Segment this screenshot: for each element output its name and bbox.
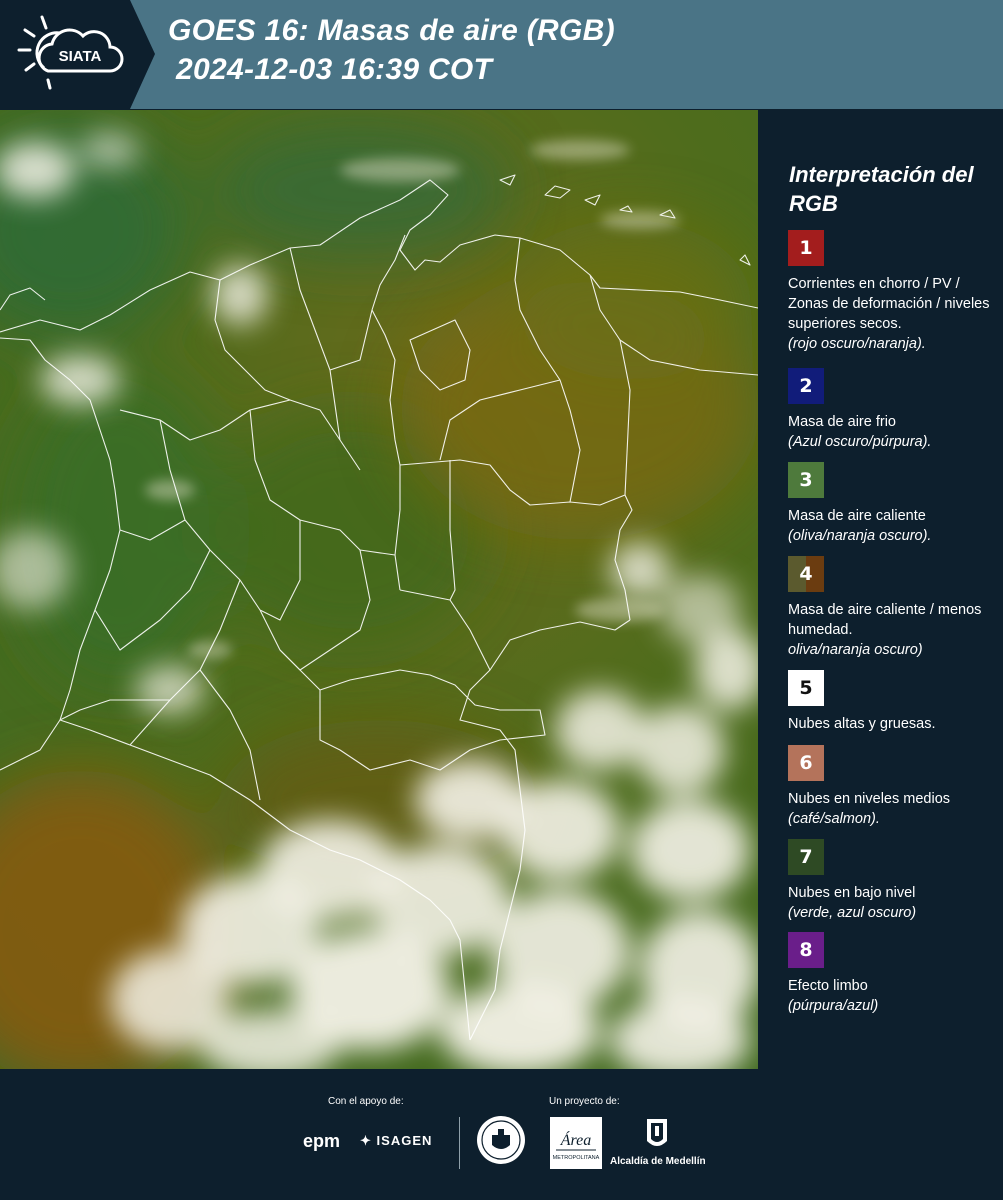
- alcaldia-text: Alcaldía de Medellín: [610, 1156, 706, 1167]
- legend-item-5: 5 Nubes altas y gruesas.: [788, 670, 998, 734]
- alcaldia-logo: Alcaldía de Medellín: [610, 1115, 706, 1171]
- satellite-map: [0, 110, 758, 1069]
- legend-desc-6: Nubes en niveles medios: [788, 791, 951, 807]
- legend-badge-8: 8: [788, 932, 824, 968]
- legend-desc-2: Masa de aire frio: [788, 414, 896, 430]
- legend-item-8: 8 Efecto limbo (púrpura/azul): [788, 932, 998, 1016]
- area-metropolitana-logo: Área METROPOLITANA: [550, 1117, 602, 1169]
- legend-hint-2: (Azul oscuro/púrpura).: [788, 434, 932, 450]
- isagen-logo: ✦ ISAGEN: [360, 1133, 432, 1149]
- legend-badge-5: 5: [788, 670, 824, 706]
- legend-hint-7: (verde, azul oscuro): [788, 905, 917, 921]
- legend-hint-3: (oliva/naranja oscuro).: [788, 528, 932, 544]
- legend-desc-5: Nubes altas y gruesas.: [788, 716, 936, 732]
- legend-desc-8: Efecto limbo: [788, 978, 868, 994]
- header-bar: SIATA GOES 16: Masas de aire (RGB) 2024-…: [0, 0, 1003, 109]
- area-logo-subtext: METROPOLITANA: [553, 1155, 600, 1161]
- legend-item-7: 7 Nubes en bajo nivel (verde, azul oscur…: [788, 839, 998, 923]
- isagen-icon: ✦: [360, 1133, 372, 1148]
- legend-badge-4: 4: [788, 556, 824, 592]
- legend-title: Interpretación del RGB: [789, 162, 974, 216]
- legend-badge-3: 3: [788, 462, 824, 498]
- legend-desc-7: Nubes en bajo nivel: [788, 885, 916, 901]
- legend-item-2: 2 Masa de aire frio (Azul oscuro/púrpura…: [788, 368, 998, 452]
- legend-panel: Interpretación del RGB 1 Corrientes en c…: [759, 110, 1003, 1069]
- legend-item-3: 3 Masa de aire caliente (oliva/naranja o…: [788, 462, 998, 546]
- legend-hint-4: oliva/naranja oscuro): [788, 642, 923, 658]
- legend-hint-1: (rojo oscuro/naranja).: [788, 336, 926, 352]
- legend-desc-4: Masa de aire caliente / menos humedad.: [788, 602, 982, 638]
- legend-badge-2: 2: [788, 368, 824, 404]
- footer: Con el apoyo de: Un proyecto de: epm ✦ I…: [0, 1069, 1003, 1200]
- project-label: Un proyecto de:: [549, 1096, 620, 1107]
- legend-badge-7: 7: [788, 839, 824, 875]
- university-seal-icon: [476, 1115, 526, 1165]
- support-label: Con el apoyo de:: [328, 1096, 404, 1107]
- footer-divider: [459, 1117, 460, 1169]
- legend-hint-6: (café/salmon).: [788, 811, 880, 827]
- legend-desc-1: Corrientes en chorro / PV / Zonas de def…: [788, 276, 990, 332]
- legend-hint-8: (púrpura/azul): [788, 998, 879, 1014]
- siata-logo: SIATA: [0, 0, 155, 109]
- satellite-image: [0, 110, 758, 1069]
- legend-badge-1: 1: [788, 230, 824, 266]
- siata-logo-text: SIATA: [59, 48, 102, 65]
- page-timestamp: 2024-12-03 16:39 COT: [176, 53, 493, 86]
- legend-item-4: 4 Masa de aire caliente / menos humedad.…: [788, 556, 998, 660]
- isagen-text: ISAGEN: [376, 1133, 433, 1148]
- legend-badge-6: 6: [788, 745, 824, 781]
- legend-item-6: 6 Nubes en niveles medios (café/salmon).: [788, 745, 998, 829]
- legend-desc-3: Masa de aire caliente: [788, 508, 926, 524]
- epm-logo: epm: [303, 1131, 341, 1151]
- legend-item-1: 1 Corrientes en chorro / PV / Zonas de d…: [788, 230, 998, 354]
- area-logo-text: Área: [560, 1130, 592, 1149]
- page-title: GOES 16: Masas de aire (RGB): [168, 14, 615, 47]
